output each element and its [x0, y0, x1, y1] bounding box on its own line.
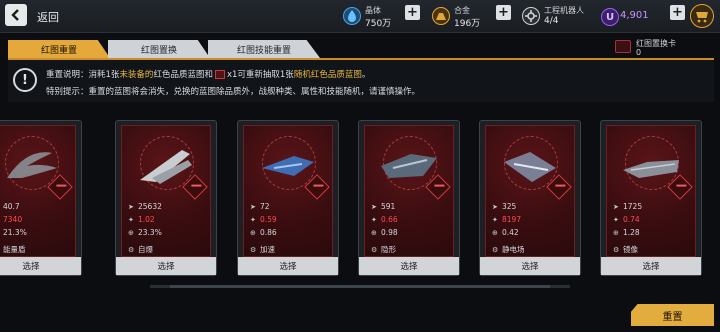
chevron-left-icon — [11, 9, 19, 21]
select-button[interactable]: 选择 — [116, 257, 216, 275]
stat-secondary: ✦ 0.74 — [613, 215, 640, 224]
resource-value: 196万 — [454, 19, 481, 29]
ship-skill: ⚙ 隐形 — [371, 245, 396, 254]
blueprint-card[interactable]: ➤ 1725 ✦ 0.74 ⊕ 1.28 ⚙ 镜像 选择 — [600, 120, 702, 276]
card-body: ➤ 25632 ✦ 1.02 ⊕ 23.3% ⚙ 自爆 — [121, 125, 211, 257]
resource-value: 750万 — [365, 19, 392, 29]
info-panel: ! 重置说明：消耗1张未装备的红色品质蓝图和 x1可重新抽取1张随机红色品质蓝图。… — [8, 60, 714, 102]
red-blueprint-icon — [214, 70, 225, 79]
stat-primary: ➤ 591 — [371, 202, 396, 211]
blueprint-card[interactable]: ➤ 25632 ✦ 1.02 ⊕ 23.3% ⚙ 自爆 选择 — [115, 120, 217, 276]
stat-primary: ➤ 25632 — [128, 202, 162, 211]
resource-name: 工程机器人 — [544, 6, 584, 15]
stat-tertiary: ⊕ 1.28 — [613, 228, 640, 237]
stat-primary: ➤ 72 — [250, 202, 270, 211]
special-notice: 特别提示：重置的蓝图将会消失，兑换的蓝图除品质外，战舰种类、属性和技能随机，请谨… — [46, 87, 421, 97]
blueprint-card[interactable]: ➤ 591 ✦ 0.66 ⊕ 0.98 ⚙ 隐形 选择 — [358, 120, 460, 276]
card-body: ➤ 325 ✦ 8197 ⊕ 0.42 ⚙ 静电场 — [485, 125, 575, 257]
back-button[interactable] — [5, 4, 27, 26]
crystal-drop-icon — [343, 7, 361, 25]
alloy-icon — [432, 7, 450, 25]
add-alloy-button[interactable]: + — [496, 5, 511, 20]
select-button[interactable]: 选择 — [480, 257, 580, 275]
tab-red-swap[interactable]: 红图置换 — [108, 40, 210, 58]
premium-currency-value: 4,901 — [620, 10, 649, 21]
back-label: 返回 — [37, 11, 59, 24]
top-bar: 返回 晶体 750万 + 合金 196万 + 工程机器人 4/4 U 4,901… — [0, 0, 720, 33]
blueprint-card[interactable]: ➤40.7 ✦7340 ⊕21.3% ⚙能量盾 选择 — [0, 120, 82, 276]
stat-primary: ➤ 325 — [492, 202, 517, 211]
ship-skill: ⚙能量盾 — [3, 245, 26, 254]
stat-secondary: ✦ 8197 — [492, 215, 522, 224]
stat-secondary: ✦ 0.66 — [371, 215, 398, 224]
cart-icon — [696, 12, 708, 23]
stat-tertiary: ⊕21.3% — [3, 228, 27, 237]
card-body: ➤40.7 ✦7340 ⊕21.3% ⚙能量盾 — [0, 125, 76, 257]
stat-secondary: ✦ 1.02 — [128, 215, 155, 224]
tab-red-reset[interactable]: 红图重置 — [8, 40, 110, 58]
ship-skill: ⚙ 自爆 — [128, 245, 153, 254]
reset-button[interactable]: 重置 — [631, 304, 714, 326]
blueprint-card[interactable]: ➤ 325 ✦ 8197 ⊕ 0.42 ⚙ 静电场 选择 — [479, 120, 581, 276]
add-premium-button[interactable]: + — [670, 5, 685, 20]
stat-secondary: ✦ 0.59 — [250, 215, 277, 224]
card-body: ➤ 72 ✦ 0.59 ⊕ 0.86 ⚙ 加速 — [243, 125, 333, 257]
card-body: ➤ 591 ✦ 0.66 ⊕ 0.98 ⚙ 隐形 — [364, 125, 454, 257]
select-button[interactable]: 选择 — [238, 257, 338, 275]
stat-tertiary: ⊕ 0.42 — [492, 228, 519, 237]
stat-primary: ➤ 1725 — [613, 202, 643, 211]
select-button[interactable]: 选择 — [601, 257, 701, 275]
select-button[interactable]: 选择 — [0, 257, 81, 275]
card-scrollbar[interactable] — [150, 285, 570, 288]
resource-name: 晶体 — [365, 6, 381, 15]
resource-value: 4/4 — [544, 16, 559, 26]
stat-tertiary: ⊕ 0.98 — [371, 228, 398, 237]
add-crystal-button[interactable]: + — [405, 5, 420, 20]
warning-icon: ! — [13, 68, 37, 92]
robot-icon — [522, 7, 540, 25]
select-button[interactable]: 选择 — [359, 257, 459, 275]
tab-bar: 红图重置 红图置换 红图技能重置 — [0, 40, 720, 60]
tab-red-skill-reset[interactable]: 红图技能重置 — [208, 40, 320, 58]
card-body: ➤ 1725 ✦ 0.74 ⊕ 1.28 ⚙ 镜像 — [606, 125, 696, 257]
ship-skill: ⚙ 镜像 — [613, 245, 638, 254]
stat-primary: ➤40.7 — [3, 202, 20, 211]
stat-tertiary: ⊕ 23.3% — [128, 228, 162, 237]
ship-skill: ⚙ 静电场 — [492, 245, 525, 254]
premium-currency-icon: U — [601, 8, 619, 26]
reset-description: 重置说明：消耗1张未装备的红色品质蓝图和 x1可重新抽取1张随机红色品质蓝图。 — [46, 70, 371, 80]
swap-card-icon — [615, 40, 631, 53]
resource-name: 合金 — [454, 6, 470, 15]
blueprint-card[interactable]: ➤ 72 ✦ 0.59 ⊕ 0.86 ⚙ 加速 选择 — [237, 120, 339, 276]
scrollbar-thumb[interactable] — [170, 285, 550, 288]
swap-card-name: 红图置换卡 — [636, 39, 676, 48]
stat-tertiary: ⊕ 0.86 — [250, 228, 277, 237]
ship-skill: ⚙ 加速 — [250, 245, 275, 254]
shop-cart-button[interactable] — [690, 4, 714, 28]
swap-card-count: 0 — [636, 48, 642, 57]
stat-secondary: ✦7340 — [3, 215, 23, 224]
